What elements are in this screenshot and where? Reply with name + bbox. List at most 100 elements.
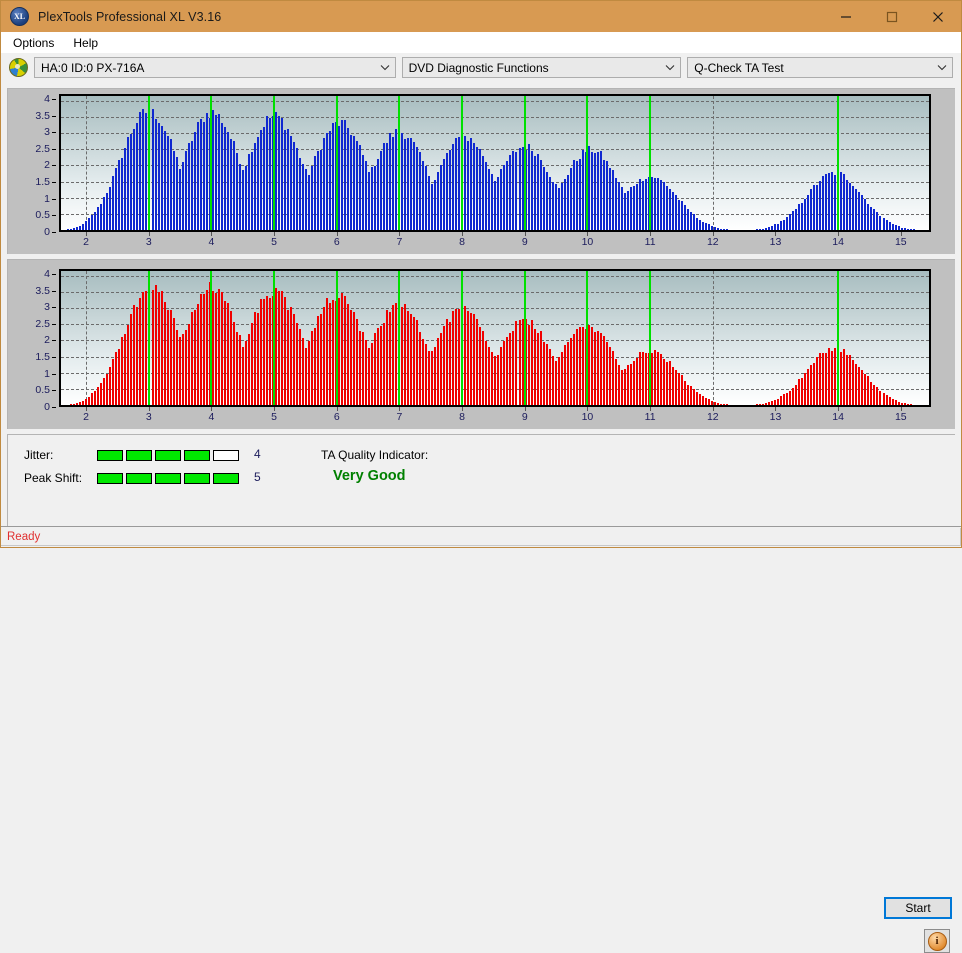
chart-bar	[91, 215, 94, 230]
chart-bar	[786, 216, 789, 230]
chart-bar	[593, 331, 596, 405]
x-tick-label: 6	[333, 236, 340, 248]
chart-bar	[768, 402, 771, 405]
chart-bar	[313, 328, 316, 405]
chart-bar	[347, 303, 350, 405]
chart-bar	[446, 318, 449, 405]
chart-bar	[319, 150, 322, 230]
chart-bar	[765, 403, 768, 405]
chart-bar	[217, 113, 220, 230]
chart-bar	[575, 160, 578, 230]
meter-segment	[213, 473, 239, 484]
chart-bar	[268, 297, 271, 405]
y-tick	[52, 357, 56, 359]
chart-bar	[900, 402, 903, 405]
maximize-icon[interactable]	[869, 1, 915, 32]
chart-bar	[485, 161, 488, 230]
function-group-select[interactable]: DVD Diagnostic Functions	[401, 57, 682, 78]
close-icon[interactable]	[915, 1, 961, 32]
chart-bar	[250, 323, 253, 405]
meter-segment	[97, 450, 123, 461]
chart-bar	[662, 182, 665, 230]
chart-bar	[217, 288, 220, 405]
chart-bar	[804, 199, 807, 230]
chart-bar	[596, 331, 599, 405]
drive-select[interactable]: HA:0 ID:0 PX-716A	[34, 57, 396, 78]
y-tick-label: 1.5	[35, 176, 50, 189]
chart-bar	[118, 160, 121, 230]
chart-bar	[605, 341, 608, 405]
info-button[interactable]: i	[924, 929, 950, 953]
x-tick-label: 4	[208, 411, 215, 423]
chart-bar	[341, 120, 344, 230]
chart-bar	[512, 150, 515, 230]
chart-bar	[449, 149, 452, 230]
chart-bar	[620, 370, 623, 405]
meter-segment	[155, 450, 181, 461]
chart-bar	[344, 119, 347, 230]
minimize-icon[interactable]	[823, 1, 869, 32]
start-button[interactable]: Start	[884, 897, 952, 919]
y-tick	[52, 115, 56, 117]
chart-bar	[702, 396, 704, 405]
y-tick-label: 3.5	[35, 109, 50, 122]
x-tick-label: 9	[521, 411, 528, 423]
chart-bar	[112, 176, 115, 230]
chart-bar	[834, 347, 837, 405]
chart-bar	[611, 169, 614, 230]
chart-bar	[689, 386, 692, 405]
chart-bar	[455, 309, 458, 405]
chart-bar	[774, 224, 777, 230]
chart-bar	[163, 130, 166, 230]
marker-line	[837, 96, 840, 230]
y-tick	[52, 182, 56, 184]
x-tick-label: 7	[396, 411, 403, 423]
chart-bar	[124, 147, 127, 230]
chart-bar	[692, 214, 695, 230]
marker-line	[273, 271, 276, 405]
chart-bar	[103, 197, 106, 230]
chart-bar	[292, 313, 295, 405]
chart-bar	[632, 361, 635, 405]
chart-bar	[536, 154, 539, 230]
chart-bar	[265, 116, 268, 230]
chart-bar	[136, 122, 139, 230]
chart-bar	[395, 302, 398, 405]
peak-shift-meter	[97, 473, 239, 484]
chart-bar	[440, 333, 443, 405]
chart-bar	[554, 360, 557, 405]
test-select[interactable]: Q-Check TA Test	[687, 57, 953, 78]
chart-bar	[635, 184, 638, 230]
chart-bar	[653, 178, 656, 230]
y-tick-label: 3	[44, 126, 50, 139]
chart-bar	[226, 303, 229, 405]
chart-bar	[76, 227, 79, 230]
chart-bar	[527, 143, 530, 230]
chart-bar	[181, 162, 184, 230]
chart-bar	[909, 229, 912, 230]
chart-bar	[169, 310, 172, 405]
chart-bar	[479, 148, 482, 230]
chart-bar	[115, 168, 118, 230]
chart-bar	[425, 344, 428, 405]
chart-bar	[338, 298, 340, 405]
menu-item-options[interactable]: Options	[9, 34, 63, 52]
marker-line	[210, 96, 213, 230]
chart-bar	[401, 307, 404, 405]
chart-bar	[780, 396, 783, 405]
chart-bar	[232, 321, 235, 405]
chart-bar	[711, 400, 714, 405]
chart-bar	[353, 312, 356, 405]
chart-bar	[807, 195, 810, 230]
menu-item-help[interactable]: Help	[69, 34, 107, 52]
chart-bar	[777, 223, 780, 230]
chart-bar	[154, 285, 157, 405]
chart-bar	[723, 229, 726, 230]
chart-bar	[656, 351, 659, 405]
chart-bar	[76, 403, 79, 405]
chart-bar	[395, 128, 398, 230]
chart-bar	[172, 151, 175, 230]
chart-bar	[789, 390, 792, 405]
chart-bar	[130, 134, 133, 230]
chart-bar	[389, 133, 392, 230]
